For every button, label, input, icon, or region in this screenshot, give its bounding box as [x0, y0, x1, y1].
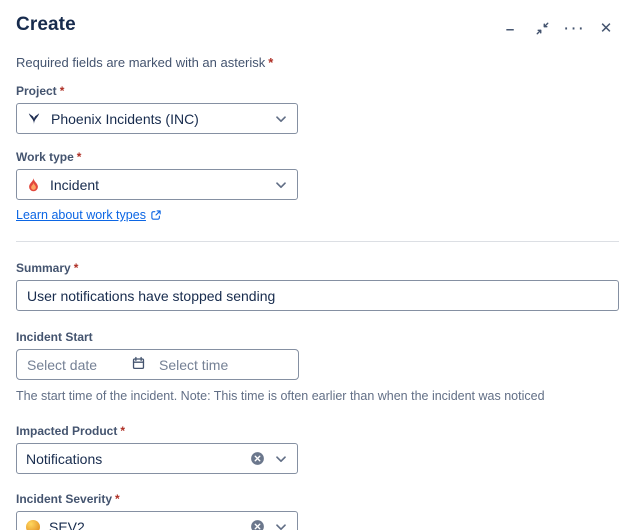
collapse-arrows-icon	[535, 21, 550, 36]
incident-severity-select[interactable]: SEV2	[16, 511, 298, 530]
work-type-select[interactable]: Incident	[16, 169, 298, 200]
impacted-product-field: Impacted Product* Notifications	[16, 424, 619, 474]
project-value: Phoenix Incidents (INC)	[51, 111, 273, 127]
page-title: Create	[16, 14, 76, 36]
project-label: Project*	[16, 84, 619, 98]
severity-sev2-icon	[26, 520, 40, 530]
section-divider	[16, 241, 619, 242]
external-link-icon	[150, 209, 162, 221]
datetime-picker	[16, 349, 299, 380]
dialog-header: Create – ··· ✕	[16, 14, 619, 40]
work-type-value: Incident	[50, 177, 273, 193]
chevron-down-icon	[273, 519, 289, 530]
summary-field: Summary*	[16, 261, 619, 311]
project-field: Project* Phoenix Incidents (INC)	[16, 84, 619, 134]
impacted-product-select[interactable]: Notifications	[16, 443, 298, 474]
incident-severity-label: Incident Severity*	[16, 492, 619, 506]
close-button[interactable]: ✕	[593, 16, 619, 40]
summary-input[interactable]	[27, 288, 608, 304]
close-icon: ✕	[600, 21, 613, 36]
more-options-button[interactable]: ···	[561, 16, 587, 40]
chevron-down-icon	[273, 451, 289, 467]
chevron-down-icon	[273, 111, 289, 127]
clear-icon[interactable]	[250, 451, 265, 466]
incident-start-help: The start time of the incident. Note: Th…	[16, 389, 619, 403]
ellipsis-icon: ···	[563, 19, 585, 38]
work-type-label: Work type*	[16, 150, 619, 164]
incident-start-field: Incident Start The start time of the inc…	[16, 330, 619, 403]
summary-label: Summary*	[16, 261, 619, 275]
incident-start-label: Incident Start	[16, 330, 619, 344]
date-input[interactable]	[27, 357, 131, 373]
collapse-button[interactable]	[529, 16, 555, 40]
minimize-icon: –	[506, 22, 514, 37]
impacted-product-label: Impacted Product*	[16, 424, 619, 438]
required-asterisk: *	[268, 55, 273, 70]
project-select[interactable]: Phoenix Incidents (INC)	[16, 103, 298, 134]
window-controls: – ··· ✕	[497, 16, 619, 40]
work-type-field: Work type* Incident Learn about work typ…	[16, 150, 619, 224]
calendar-button[interactable]	[131, 356, 146, 374]
chevron-down-icon	[273, 177, 289, 193]
learn-work-types-link[interactable]: Learn about work types	[16, 208, 146, 222]
clear-icon[interactable]	[250, 519, 265, 530]
minimize-button[interactable]: –	[497, 16, 523, 40]
incident-severity-value: SEV2	[49, 519, 250, 530]
time-input[interactable]	[159, 357, 288, 373]
calendar-icon	[131, 356, 146, 374]
incident-flame-icon	[26, 177, 41, 192]
create-dialog: Create – ··· ✕ Required fields ar	[0, 0, 635, 530]
incident-severity-field: Incident Severity* SEV2	[16, 492, 619, 530]
phoenix-project-icon	[26, 111, 42, 127]
required-note: Required fields are marked with an aster…	[16, 55, 619, 70]
impacted-product-value: Notifications	[26, 451, 250, 467]
summary-input-wrap	[16, 280, 619, 311]
